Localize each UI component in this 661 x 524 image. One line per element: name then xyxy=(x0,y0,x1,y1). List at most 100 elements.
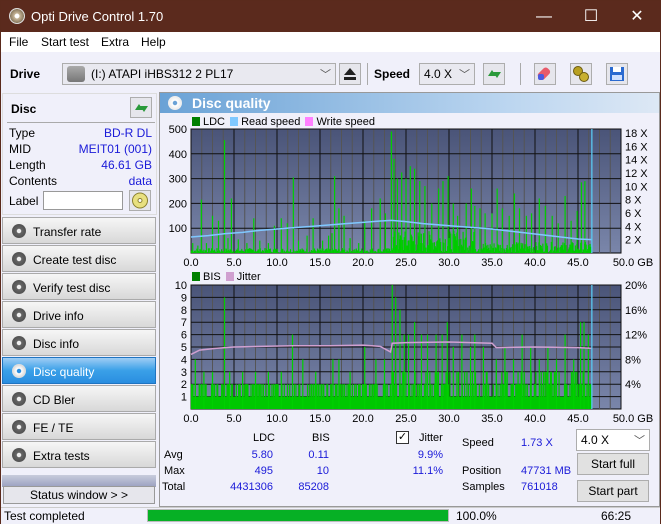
x-tick-label: 45.0 xyxy=(567,413,588,425)
app-disc-icon xyxy=(9,8,25,24)
nav-disc-quality[interactable]: Disc quality xyxy=(2,357,156,384)
panel-header: Disc quality xyxy=(160,93,659,113)
disc-quality-icon xyxy=(12,364,26,378)
y-tick-label: 8 xyxy=(181,305,187,317)
disc-info-icon xyxy=(12,336,26,350)
y-tick-label: 200 xyxy=(169,198,187,210)
y-tick-label: 3 xyxy=(181,367,187,379)
nav-label: Disc info xyxy=(33,337,80,351)
speed-label: Speed xyxy=(374,67,411,81)
status-text: Test completed xyxy=(4,509,85,523)
x-tick-label: 40.0 xyxy=(524,257,545,269)
app-window: Opti Drive Control 1.70 — ☐ ✕ File Start… xyxy=(0,0,661,524)
y-tick-label: 500 xyxy=(169,124,187,136)
speed-select-value: 4.0 X xyxy=(424,67,453,81)
cd-bler-icon xyxy=(12,392,26,406)
avg-bis: 0.11 xyxy=(308,449,329,461)
y2-tick-label: 8% xyxy=(625,354,641,366)
test-speed-select[interactable]: 4.0 X ﹀ xyxy=(576,429,650,451)
nav-label: Create test disc xyxy=(33,253,117,267)
extra-tests-icon xyxy=(12,448,26,462)
y-tick-label: 9 xyxy=(181,292,187,304)
fe-te-icon xyxy=(12,420,26,434)
bis-chart: 10987654321 20% 16% 12% 8% 4% 0.0 5.0 10.0 15.0 20… xyxy=(175,280,653,425)
panel-title: Disc quality xyxy=(192,95,271,111)
disc-type-value: BD-R DL xyxy=(103,126,152,140)
nav-drive-info[interactable]: Drive info xyxy=(2,301,156,328)
refresh-icon xyxy=(135,104,148,112)
nav-label: Disc quality xyxy=(33,365,95,379)
position-value: 47731 MB xyxy=(521,465,572,477)
nav-label: Extra tests xyxy=(33,449,90,463)
label-key: Label xyxy=(9,194,39,208)
y2-tick-label: 14 X xyxy=(625,155,648,167)
y2-tick-label: 8 X xyxy=(625,195,642,207)
nav-fe-te[interactable]: FE / TE xyxy=(2,413,156,440)
nav-verify-test-disc[interactable]: Verify test disc xyxy=(2,273,156,300)
eject-button[interactable] xyxy=(339,63,361,85)
nav-cd-bler[interactable]: CD Bler xyxy=(2,385,156,412)
erase-button[interactable] xyxy=(534,63,556,85)
nav-label: Verify test disc xyxy=(33,281,111,295)
max-jitter: 11.1% xyxy=(412,465,443,477)
x-tick-label: 40.0 xyxy=(524,413,545,425)
x-tick-label: 35.0 xyxy=(481,413,502,425)
verify-test-disc-icon xyxy=(12,280,26,294)
status-window-button[interactable]: Status window > > xyxy=(3,486,155,504)
max-label: Max xyxy=(164,465,185,477)
disc-length-value: 46.61 GB xyxy=(101,158,152,172)
nav-label: Drive info xyxy=(33,309,84,323)
jitter-label: Jitter xyxy=(419,432,443,444)
drive-select[interactable]: (I:) ATAPI iHBS312 2 PL17 ﹀ xyxy=(62,63,336,85)
menu-bar: File Start test Extra Help xyxy=(1,32,660,52)
progress-fill xyxy=(148,510,448,521)
chevron-down-icon: ﹀ xyxy=(459,69,470,81)
disc-refresh-button[interactable] xyxy=(130,97,152,118)
menu-extra[interactable]: Extra xyxy=(101,35,129,49)
nav-label: Transfer rate xyxy=(33,225,102,239)
save-button[interactable] xyxy=(606,63,628,85)
progress-text: 100.0% xyxy=(456,509,497,523)
x-tick-label: 15.0 xyxy=(309,413,330,425)
settings-button[interactable] xyxy=(570,63,592,85)
y-tick-label: 6 xyxy=(181,330,187,342)
save-icon xyxy=(610,67,624,81)
maximize-button[interactable]: ☐ xyxy=(568,1,614,32)
close-button[interactable]: ✕ xyxy=(614,1,660,32)
label-disc-button[interactable] xyxy=(129,190,151,211)
drive-icon xyxy=(67,66,85,82)
disc-mid-key: MID xyxy=(9,142,31,156)
x-tick-label: 30.0 xyxy=(438,257,459,269)
x-tick-label: 25.0 xyxy=(395,257,416,269)
refresh-button[interactable] xyxy=(483,63,505,85)
start-part-button[interactable]: Start part xyxy=(577,480,649,502)
y2-tick-label: 2 X xyxy=(625,235,642,247)
eraser-icon xyxy=(537,67,551,80)
minimize-button[interactable]: — xyxy=(521,1,567,32)
nav-create-test-disc[interactable]: Create test disc xyxy=(2,245,156,272)
y-tick-label: 400 xyxy=(169,149,187,161)
nav-transfer-rate[interactable]: Transfer rate xyxy=(2,217,156,244)
title-bar: Opti Drive Control 1.70 — ☐ ✕ xyxy=(1,1,660,32)
label-input[interactable] xyxy=(43,191,123,210)
chevron-down-icon: ﹀ xyxy=(634,435,645,447)
start-full-button[interactable]: Start full xyxy=(577,453,649,475)
avg-label: Avg xyxy=(164,449,183,461)
speed-stat-label: Speed xyxy=(462,437,494,449)
drive-label: Drive xyxy=(10,67,41,81)
y2-tick-label: 16% xyxy=(625,305,647,317)
menu-file[interactable]: File xyxy=(9,35,28,49)
test-speed-value: 4.0 X xyxy=(581,433,610,447)
divider xyxy=(7,122,155,123)
menu-help[interactable]: Help xyxy=(141,35,166,49)
x-tick-label: 0.0 xyxy=(183,413,198,425)
total-label: Total xyxy=(162,481,186,493)
speed-select[interactable]: 4.0 X ﹀ xyxy=(419,63,475,85)
menu-start-test[interactable]: Start test xyxy=(41,35,89,49)
avg-ldc: 5.80 xyxy=(251,449,273,461)
y2-tick-label: 18 X xyxy=(625,128,648,140)
jitter-checkbox[interactable]: ✓ xyxy=(396,431,409,444)
nav-extra-tests[interactable]: Extra tests xyxy=(2,441,156,468)
nav-disc-info[interactable]: Disc info xyxy=(2,329,156,356)
progress-bar xyxy=(147,509,449,522)
